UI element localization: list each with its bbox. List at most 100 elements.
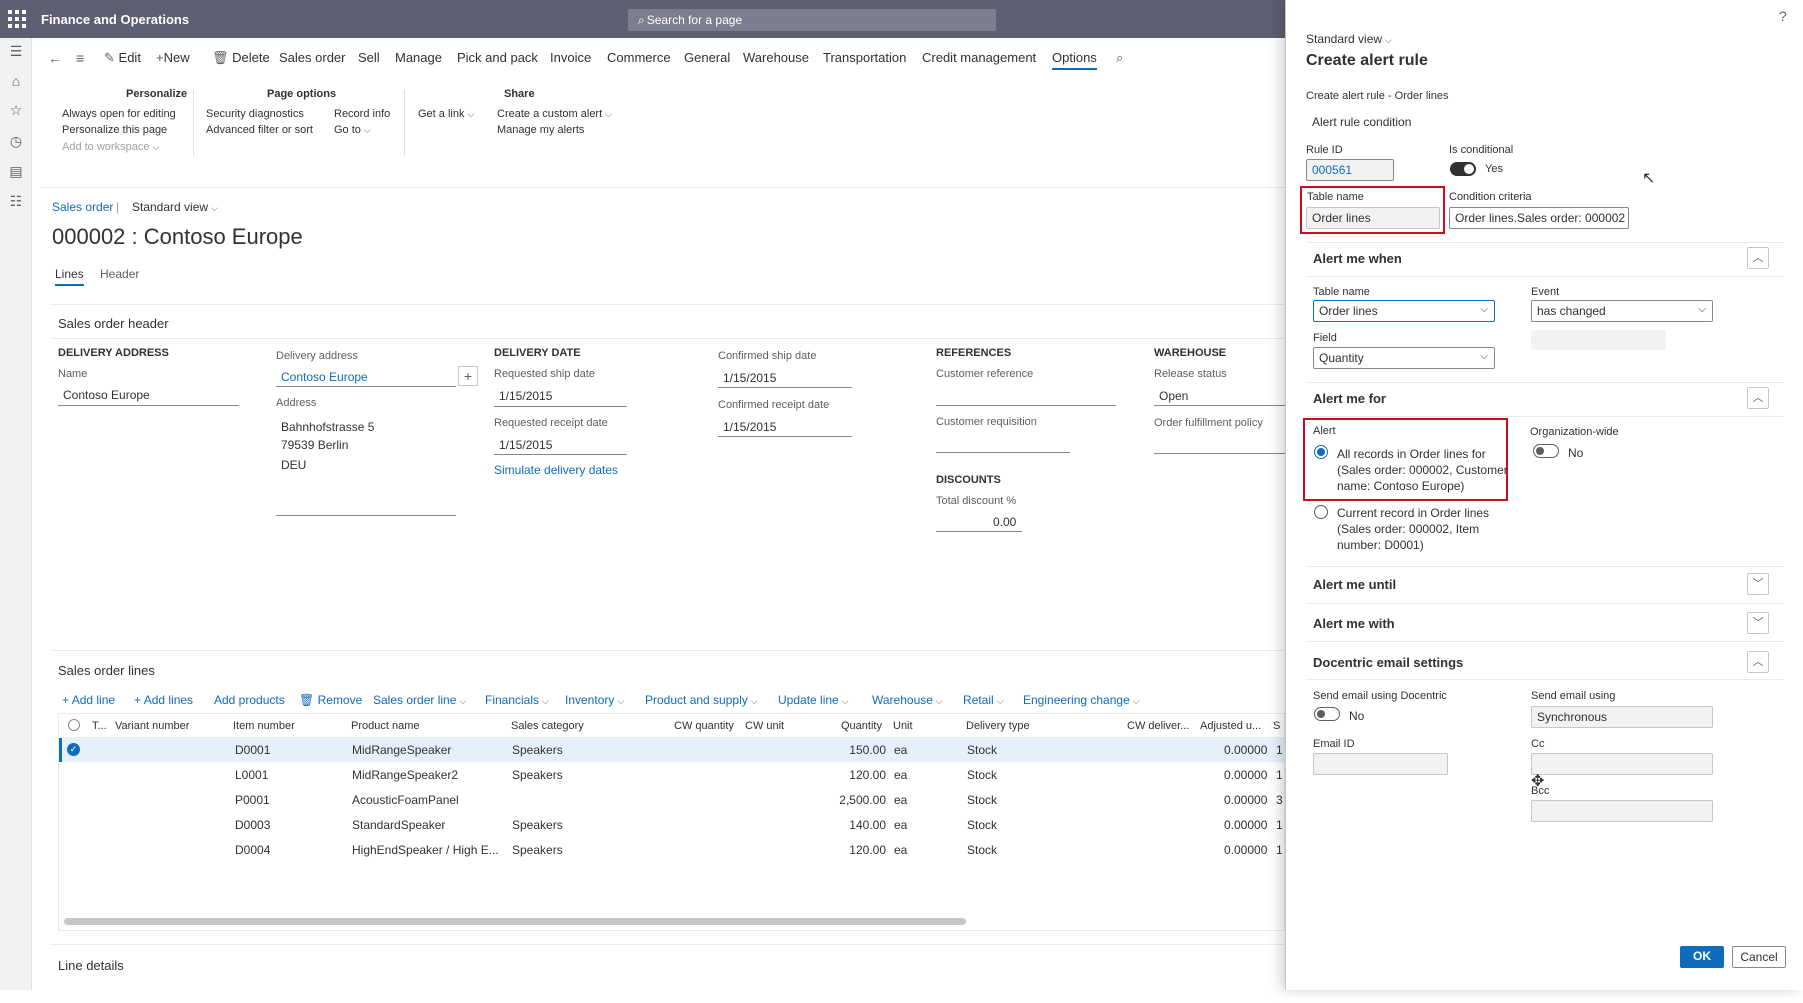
cancel-button[interactable]: Cancel xyxy=(1732,946,1786,968)
record-info-button[interactable]: Record info xyxy=(334,108,390,120)
column-header[interactable]: CW deliver... xyxy=(1127,720,1189,732)
column-header[interactable]: Variant number xyxy=(115,720,189,732)
column-header[interactable]: Product name xyxy=(351,720,419,732)
alert-me-for-heading[interactable]: Alert me for xyxy=(1313,391,1386,406)
home-icon[interactable]: ⌂ xyxy=(7,72,25,90)
item-number-cell[interactable]: D0004 xyxy=(235,843,270,857)
personalize-page-button[interactable]: Personalize this page xyxy=(62,124,167,136)
item-number-cell[interactable]: L0001 xyxy=(235,768,268,782)
rule-id-field[interactable]: 000561 xyxy=(1306,159,1394,181)
retail-menu[interactable]: Retail ⌵ xyxy=(963,693,1004,707)
chevron-up-icon[interactable]: ︿ xyxy=(1747,651,1769,673)
row-selected-check-icon[interactable]: ✓ xyxy=(67,743,80,756)
action-search-icon[interactable]: ⌕ xyxy=(1116,50,1123,66)
update-line-menu[interactable]: Update line ⌵ xyxy=(778,693,849,707)
confirmed-receipt-field[interactable]: 1/15/2015 xyxy=(723,420,776,434)
tab-transportation[interactable]: Transportation xyxy=(823,50,906,65)
is-conditional-toggle[interactable] xyxy=(1450,162,1476,176)
delete-button[interactable]: 🗑 Delete xyxy=(212,50,270,66)
tab-invoice[interactable]: Invoice xyxy=(550,50,591,65)
help-icon[interactable]: ? xyxy=(1779,8,1787,24)
recent-clock-icon[interactable]: ◷ xyxy=(7,132,25,150)
fulfillment-policy-field[interactable] xyxy=(1154,453,1285,454)
chevron-up-icon[interactable]: ︿ xyxy=(1747,247,1769,269)
field-dropdown[interactable]: Quantity ⌵ xyxy=(1313,347,1495,369)
add-products-button[interactable]: Add products xyxy=(214,693,285,707)
remove-button[interactable]: 🗑 Remove xyxy=(299,693,362,707)
release-status-field[interactable]: Open xyxy=(1159,389,1188,403)
total-discount-field[interactable]: 0.00 xyxy=(993,515,1016,529)
column-header[interactable]: Delivery type xyxy=(966,720,1030,732)
menu-lines-icon[interactable]: ≡ xyxy=(76,50,84,66)
tab-lines[interactable]: Lines xyxy=(55,267,84,286)
add-lines-button[interactable]: + Add lines xyxy=(134,693,193,707)
modules-list-icon[interactable]: ☷ xyxy=(7,192,25,210)
financials-menu[interactable]: Financials ⌵ xyxy=(485,693,549,707)
security-diagnostics-button[interactable]: Security diagnostics xyxy=(206,108,304,120)
alert-rule-condition-link[interactable]: Alert rule condition xyxy=(1312,115,1411,129)
chevron-down-icon[interactable]: ﹀ xyxy=(1747,573,1769,595)
item-number-cell[interactable]: D0001 xyxy=(235,743,270,757)
cc-field[interactable] xyxy=(1531,753,1713,775)
send-docentric-toggle[interactable] xyxy=(1314,707,1340,721)
workspaces-icon[interactable]: ▤ xyxy=(7,162,25,180)
customer-requisition-field[interactable] xyxy=(936,452,1070,453)
create-custom-alert-button[interactable]: Create a custom alert ⌵ xyxy=(497,108,612,120)
column-header[interactable]: Unit xyxy=(893,720,913,732)
favorites-star-icon[interactable]: ☆ xyxy=(7,101,25,119)
current-record-radio[interactable] xyxy=(1314,505,1328,519)
section-title-line-details[interactable]: Line details xyxy=(58,958,124,973)
alert-me-when-heading[interactable]: Alert me when xyxy=(1313,251,1402,266)
edit-button[interactable]: ✎ Edit xyxy=(104,50,141,66)
column-header[interactable]: CW unit xyxy=(745,720,784,732)
column-header[interactable]: T... xyxy=(92,720,107,732)
warehouse-menu[interactable]: Warehouse ⌵ xyxy=(872,693,943,707)
inventory-menu[interactable]: Inventory ⌵ xyxy=(565,693,624,707)
ok-button[interactable]: OK xyxy=(1680,946,1724,968)
search-box[interactable]: ⌕ Search for a page xyxy=(628,9,996,31)
view-selector[interactable]: Standard view ⌵ xyxy=(132,200,218,214)
always-open-editing-button[interactable]: Always open for editing xyxy=(62,108,176,120)
alert-me-with-heading[interactable]: Alert me with xyxy=(1313,616,1395,631)
hamburger-menu-icon[interactable]: ☰ xyxy=(7,42,25,60)
chevron-up-icon[interactable]: ︿ xyxy=(1747,387,1769,409)
tab-pick-and-pack[interactable]: Pick and pack xyxy=(457,50,538,65)
tab-sell[interactable]: Sell xyxy=(358,50,380,65)
email-id-field[interactable] xyxy=(1313,753,1448,775)
advanced-filter-button[interactable]: Advanced filter or sort xyxy=(206,124,313,136)
column-header[interactable]: Adjusted u... xyxy=(1200,720,1261,732)
add-line-button[interactable]: + Add line xyxy=(62,693,115,707)
product-supply-menu[interactable]: Product and supply ⌵ xyxy=(645,693,758,707)
tab-options[interactable]: Options xyxy=(1052,50,1097,70)
section-title-lines[interactable]: Sales order lines xyxy=(58,663,155,678)
table-name-field[interactable]: Order lines xyxy=(1306,207,1440,229)
manage-alerts-button[interactable]: Manage my alerts xyxy=(497,124,584,136)
condition-criteria-field[interactable]: Order lines.Sales order: 000002 xyxy=(1449,207,1629,229)
req-receipt-field[interactable]: 1/15/2015 xyxy=(499,438,552,452)
tab-sales-order[interactable]: Sales order xyxy=(279,50,345,65)
all-records-radio[interactable] xyxy=(1314,445,1328,459)
req-ship-field[interactable]: 1/15/2015 xyxy=(499,389,552,403)
panel-view-selector[interactable]: Standard view ⌵ xyxy=(1306,32,1392,46)
tab-warehouse[interactable]: Warehouse xyxy=(743,50,809,65)
select-all-checkbox[interactable] xyxy=(68,719,80,731)
item-number-cell[interactable]: D0003 xyxy=(235,818,270,832)
chevron-down-icon[interactable]: ﹀ xyxy=(1747,612,1769,634)
unit-cell[interactable]: ea xyxy=(894,743,907,757)
tab-general[interactable]: General xyxy=(684,50,730,65)
column-header[interactable]: CW quantity xyxy=(674,720,734,732)
section-title-header[interactable]: Sales order header xyxy=(58,316,169,331)
new-button[interactable]: +New xyxy=(156,50,190,65)
sales-order-line-menu[interactable]: Sales order line ⌵ xyxy=(373,693,466,707)
org-wide-toggle[interactable] xyxy=(1533,444,1559,458)
tab-header[interactable]: Header xyxy=(100,267,139,281)
simulate-delivery-link[interactable]: Simulate delivery dates xyxy=(494,463,618,477)
docentric-heading[interactable]: Docentric email settings xyxy=(1313,655,1463,670)
send-using-field[interactable]: Synchronous xyxy=(1531,706,1713,728)
get-a-link-button[interactable]: Get a link ⌵ xyxy=(418,108,474,120)
column-header[interactable]: Item number xyxy=(233,720,295,732)
column-header[interactable]: S xyxy=(1273,720,1280,732)
tab-credit-management[interactable]: Credit management xyxy=(922,50,1036,65)
customer-reference-field[interactable] xyxy=(936,405,1116,406)
name-field[interactable]: Contoso Europe xyxy=(63,388,150,402)
